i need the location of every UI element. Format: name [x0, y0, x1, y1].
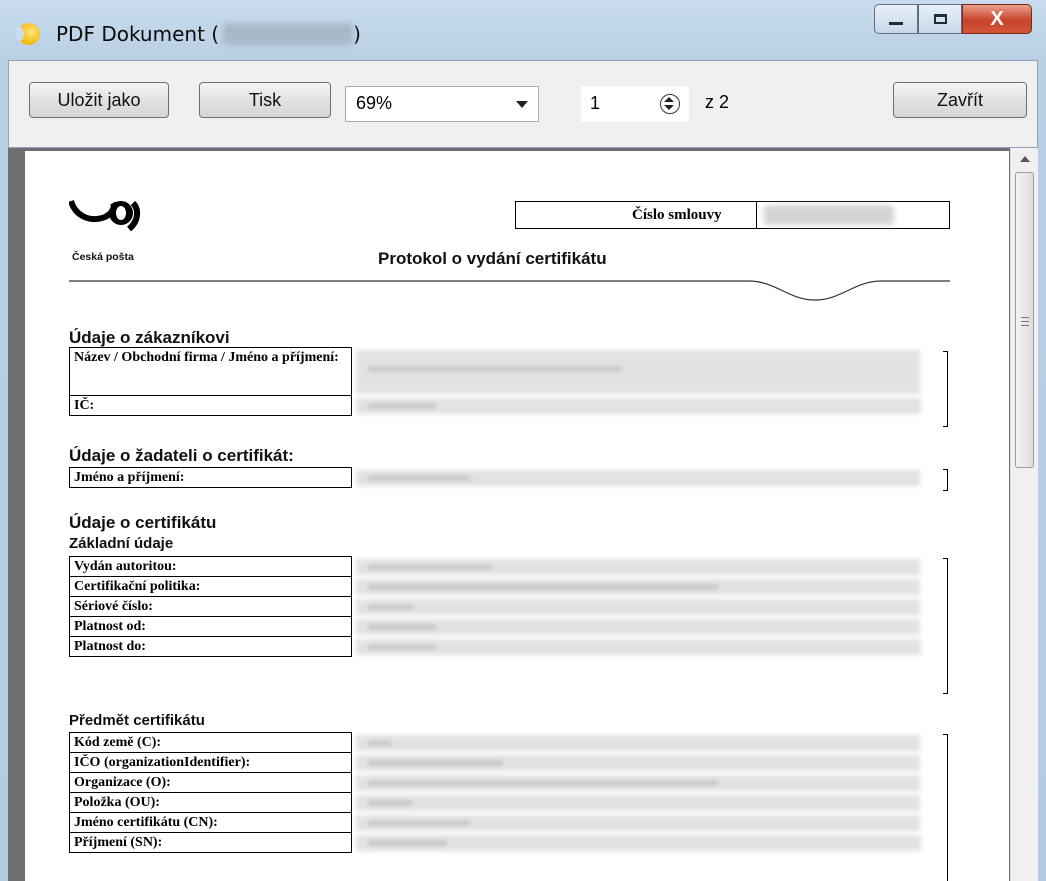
table-row: Sériové číslo: — [69, 596, 927, 617]
customer-table: Název / Obchodní firma / Jméno a příjmen… — [69, 347, 927, 416]
field-label: Certifikační politika: — [69, 576, 352, 597]
scrollbar-thumb[interactable] — [1015, 172, 1034, 468]
bracket — [943, 351, 948, 427]
redacted-value — [352, 793, 927, 813]
bracket — [943, 734, 948, 881]
redacted-value — [352, 396, 927, 416]
title-bar: PDF Dokument () X — [0, 0, 1046, 60]
contract-number-box: Číslo smlouvy — [515, 201, 950, 229]
pdf-viewer-window: PDF Dokument () X Uložit jako Tisk 69% 1… — [0, 0, 1046, 881]
minimize-icon — [889, 21, 903, 25]
contract-number-label: Číslo smlouvy — [632, 207, 722, 223]
bracket — [943, 558, 948, 694]
redacted-title-part — [223, 23, 354, 45]
section-subject: Předmět certifikátu — [69, 712, 205, 729]
field-label: Položka (OU): — [69, 792, 352, 813]
close-icon: X — [990, 7, 1004, 30]
bracket — [943, 469, 948, 491]
app-icon — [15, 23, 40, 45]
field-label: IČO (organizationIdentifier): — [69, 752, 352, 773]
close-window-button[interactable]: X — [962, 4, 1032, 34]
field-label: Vydán autoritou: — [69, 556, 352, 577]
document-title: Protokol o vydání certifikátu — [378, 249, 607, 268]
ceska-posta-logo — [69, 199, 141, 232]
subject-table: Kód země (C): IČO (organizationIdentifie… — [69, 732, 927, 853]
redacted-value — [352, 597, 927, 617]
table-row: Příjmení (SN): — [69, 832, 927, 853]
spinner-icon[interactable] — [660, 94, 680, 114]
zoom-select[interactable]: 69% — [345, 86, 539, 122]
table-row: Kód země (C): — [69, 732, 927, 753]
print-button[interactable]: Tisk — [199, 82, 331, 118]
field-label: Sériové číslo: — [69, 596, 352, 617]
window-title-close-paren: ) — [353, 22, 361, 46]
table-row: Platnost od: — [69, 616, 927, 637]
vertical-scrollbar[interactable] — [1010, 148, 1038, 881]
page-number-input[interactable]: 1 — [581, 86, 689, 122]
field-label: Jméno certifikátu (CN): — [69, 812, 352, 833]
table-row: Název / Obchodní firma / Jméno a příjmen… — [69, 347, 927, 396]
maximize-button[interactable] — [918, 4, 962, 34]
minimize-button[interactable] — [874, 4, 918, 34]
field-label: Název / Obchodní firma / Jméno a příjmen… — [69, 347, 352, 396]
field-label: Organizace (O): — [69, 772, 352, 793]
redacted-value — [352, 753, 927, 773]
table-row: Certifikační politika: — [69, 576, 927, 597]
redacted-value — [352, 617, 927, 637]
contract-divider — [756, 202, 757, 228]
close-button[interactable]: Zavřít — [893, 82, 1027, 118]
field-label: Platnost od: — [69, 616, 352, 637]
redacted-value — [352, 577, 927, 597]
field-label: Platnost do: — [69, 636, 352, 657]
grip-icon — [1021, 317, 1029, 326]
redacted-value — [352, 773, 927, 793]
redacted-value — [352, 833, 927, 853]
redacted-value — [352, 348, 927, 396]
chevron-down-icon — [516, 101, 528, 108]
scroll-up-arrow-icon[interactable] — [1020, 156, 1030, 162]
table-row: Platnost do: — [69, 636, 927, 657]
page-total: z 2 — [705, 92, 730, 112]
redacted-value — [352, 637, 927, 657]
zoom-value: 69% — [356, 93, 393, 113]
table-row: Jméno a příjmení: — [69, 467, 927, 488]
applicant-table: Jméno a příjmení: — [69, 467, 926, 488]
field-label: IČ: — [69, 395, 352, 416]
header-rule — [69, 280, 950, 301]
page-number-value: 1 — [590, 93, 601, 113]
field-label: Jméno a příjmení: — [69, 467, 352, 488]
table-row: Organizace (O): — [69, 772, 927, 793]
window-title: PDF Dokument () — [56, 22, 361, 46]
table-row: Jméno certifikátu (CN): — [69, 812, 927, 833]
pdf-page: Česká pošta Číslo smlouvy Protokol o vyd… — [25, 151, 1009, 881]
toolbar: Uložit jako Tisk 69% 1 z 2 Zavřít — [8, 60, 1038, 148]
logo-text: Česká pošta — [72, 251, 134, 263]
redacted-contract-number — [764, 205, 894, 225]
maximize-icon — [933, 14, 947, 24]
basic-table: Vydán autoritou: Certifikační politika: … — [69, 556, 927, 657]
table-row: Vydán autoritou: — [69, 556, 927, 577]
section-applicant: Údaje o žadateli o certifikát: — [69, 446, 294, 465]
window-title-text: PDF Dokument ( — [56, 22, 220, 46]
redacted-value — [352, 557, 927, 577]
redacted-value — [352, 813, 927, 833]
save-as-button[interactable]: Uložit jako — [29, 82, 169, 118]
table-row: IČ: — [69, 395, 927, 416]
table-row: IČO (organizationIdentifier): — [69, 752, 927, 773]
section-customer: Údaje o zákazníkovi — [69, 328, 230, 347]
redacted-value — [352, 733, 927, 753]
field-label: Kód země (C): — [69, 732, 352, 753]
section-basic: Základní údaje — [69, 535, 174, 552]
field-label: Příjmení (SN): — [69, 832, 352, 853]
document-viewport[interactable]: Česká pošta Číslo smlouvy Protokol o vyd… — [8, 148, 1038, 881]
window-controls: X — [874, 4, 1032, 34]
table-row: Položka (OU): — [69, 792, 927, 813]
section-certificate: Údaje o certifikátu — [69, 513, 217, 532]
redacted-value — [352, 468, 927, 488]
